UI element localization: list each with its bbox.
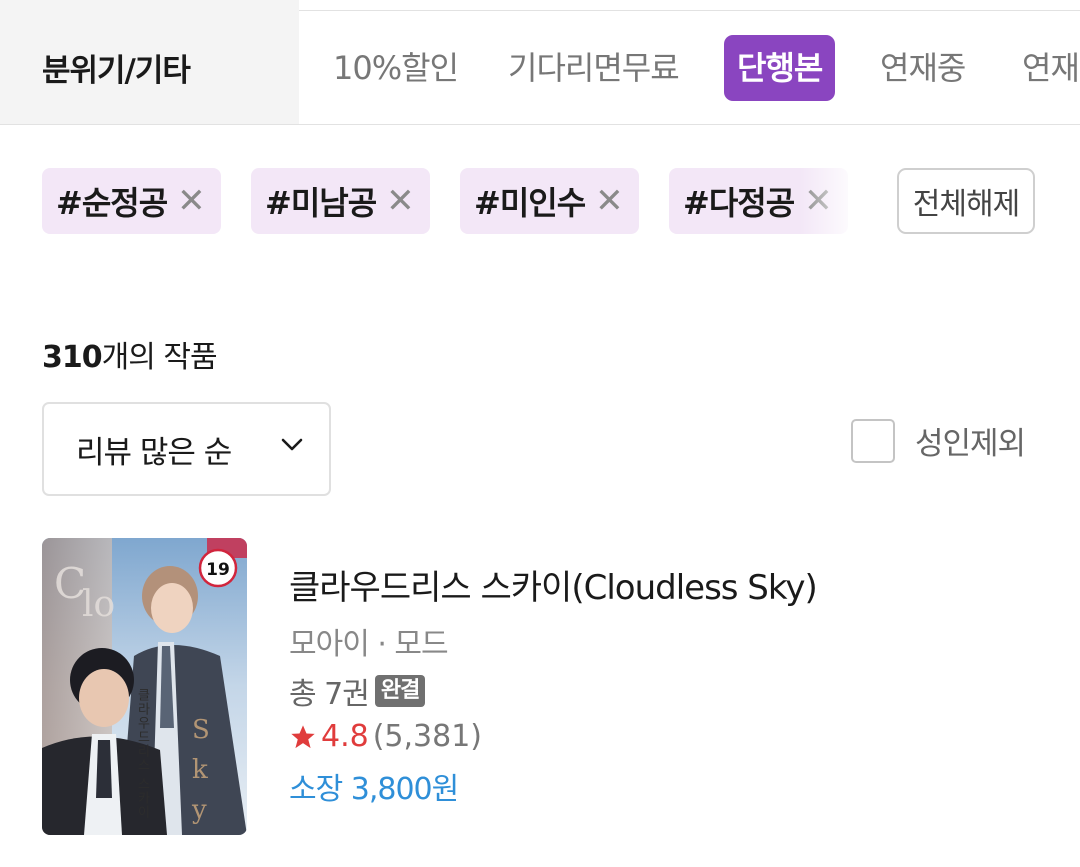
book-volumes: 총 7권 완결 (289, 669, 817, 713)
close-icon[interactable]: ✕ (177, 181, 205, 221)
sort-selected-label: 리뷰 많은 순 (76, 434, 232, 471)
clear-all-button[interactable]: 전체해제 (897, 168, 1035, 234)
tag-chip-label: #다정공 (683, 184, 795, 222)
adult-exclude-label: 성인제외 (915, 426, 1026, 462)
chevron-down-icon (281, 438, 303, 451)
book-title[interactable]: 클라우드리스 스카이(Cloudless Sky) (289, 560, 818, 609)
volume-count: 총 7권 (289, 677, 370, 712)
svg-text:클라우드리스 스카이: 클라우드리스 스카이 (135, 688, 150, 819)
tag-chip-label: #순정공 (56, 184, 168, 222)
tab-single-volume[interactable]: 단행본 (724, 35, 836, 101)
adult-exclude-checkbox[interactable] (851, 418, 895, 463)
book-info[interactable]: 클라우드리스 스카이(Cloudless Sky) 모아이 · 모드 총 7권 … (289, 560, 818, 808)
book-cover[interactable]: C lo 클라우드리스 스카이 S k y 19 (42, 538, 247, 835)
star-icon (291, 724, 315, 748)
tag-chip-label: #미남공 (265, 184, 377, 222)
svg-text:y: y (191, 795, 207, 825)
tag-chip-miin[interactable]: #미인수 ✕ (460, 168, 639, 234)
tab-ongoing[interactable]: 연재중 (880, 35, 966, 101)
result-count: 310개의 작품 (42, 332, 218, 376)
tag-chip-sunjeong[interactable]: #순정공 ✕ (42, 168, 221, 234)
age-rating-badge: 19 (206, 560, 230, 580)
sort-dropdown[interactable]: 리뷰 많은 순 (42, 402, 331, 496)
close-icon[interactable]: ✕ (386, 181, 414, 221)
tag-chip-label: #미인수 (474, 184, 586, 222)
review-count: (5,381) (372, 719, 483, 754)
result-count-number: 310 (42, 340, 103, 375)
tab-wait-free[interactable]: 기다리면무료 (508, 35, 680, 101)
svg-text:lo: lo (82, 584, 115, 625)
chip-scroll-fade (800, 168, 860, 234)
book-price: 소장 3,800원 (289, 772, 459, 807)
tab-serial[interactable]: 연재 (1022, 35, 1080, 101)
rating-score: 4.8 (321, 719, 369, 754)
book-rating: 4.8 (5,381) (289, 719, 817, 754)
top-divider (0, 0, 1080, 11)
tag-chip-minam[interactable]: #미남공 ✕ (251, 168, 430, 234)
filter-tab-bar: 분위기/기타 10%할인 기다리면무료 단행본 연재중 연재 (0, 11, 1080, 125)
svg-text:k: k (192, 755, 208, 785)
result-count-suffix: 개의 작품 (101, 340, 218, 375)
category-label[interactable]: 분위기/기타 (0, 11, 299, 124)
adult-exclude-toggle[interactable]: 성인제외 (851, 418, 1026, 463)
completed-badge: 완결 (374, 675, 426, 707)
svg-text:S: S (192, 715, 210, 745)
book-cover-art: C lo 클라우드리스 스카이 S k y 19 (42, 538, 247, 835)
tab-discount[interactable]: 10%할인 (333, 35, 459, 101)
close-icon[interactable]: ✕ (595, 181, 623, 221)
book-authors: 모아이 · 모드 (289, 627, 449, 662)
